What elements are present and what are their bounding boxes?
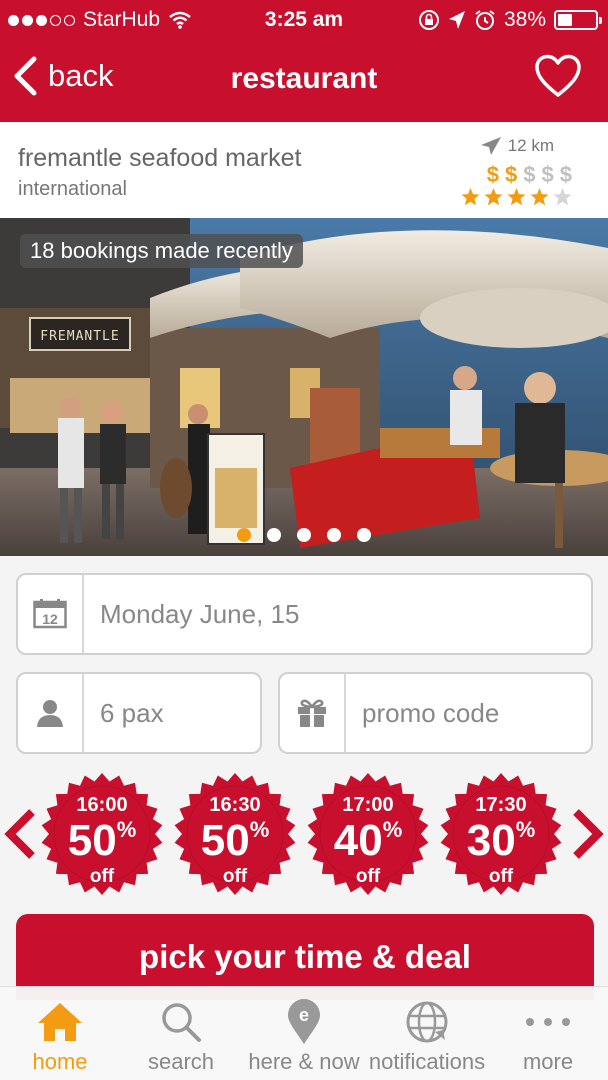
deal-percent: 50 [200,816,250,865]
distance-value: 12 km [507,136,554,155]
restaurant-photo[interactable]: FREMANTLE 18 bookings made recently [0,218,608,556]
deal-percent: 50 [67,816,117,865]
calendar-icon-day: 12 [42,611,58,627]
price-symbol: $ [486,162,499,187]
deal-discount: 40% [306,816,430,866]
battery-icon [554,10,602,30]
deal-discount: 30% [439,816,563,866]
tab-more-label: more [522,1049,574,1074]
tab-here-and-now-label: here & now [248,1049,360,1074]
star-icon [553,188,572,206]
star-icon [461,188,480,206]
fremantle-sign: FREMANTLE [40,329,119,344]
star-icon [484,188,503,206]
gift-icon [298,699,326,727]
deal-badge[interactable]: 16:30 50% off [173,772,297,896]
promo-code-input: promo code [362,697,500,728]
status-bar: StarHub 3:25 am 38% [0,0,608,40]
date-value: Monday June, 15 [100,598,300,629]
restaurant-cuisine: international [18,178,127,200]
deal-badge[interactable]: 17:00 40% off [306,772,430,896]
search-icon [162,1003,201,1042]
deal-time: 16:30 [209,794,261,816]
status-right: 38% [418,8,602,32]
tab-home-label: home [32,1049,88,1074]
deal-percent: 40 [333,816,383,865]
deals-strip: 16:00 50% off 16:30 50% off 17:00 40% off 17:30 30… [0,772,608,902]
pax-icon-cell [18,674,84,752]
battery-percent: 38% [503,8,546,31]
deal-percent-sign: % [515,817,536,842]
deal-percent-sign: % [116,817,137,842]
deal-time: 17:30 [475,794,527,816]
restaurant-scene-image: FREMANTLE [0,218,608,556]
pax-value: 6 pax [100,697,164,728]
deal-off: off [222,866,248,887]
deal-time: 17:00 [342,794,394,816]
person-icon [37,700,63,727]
navigation-arrow-icon [480,137,501,155]
tab-search-label: search [147,1049,215,1074]
orientation-lock-icon [418,10,439,30]
alarm-icon [475,10,495,30]
carousel-dot[interactable] [237,528,251,542]
star-rating [461,188,572,206]
deal-percent-sign: % [382,817,403,842]
more-dots-icon [526,1018,570,1026]
carousel-indicator[interactable] [0,528,608,542]
deal-discount: 50% [40,816,164,866]
carousel-dot[interactable] [327,528,341,542]
carousel-dot[interactable] [357,528,371,542]
deals-prev-arrow-icon[interactable] [4,808,38,860]
price-symbol: $ [523,162,536,187]
deal-off: off [488,866,514,887]
price-symbol: $ [541,162,554,187]
date-icon-cell: 12 [18,575,84,653]
star-icon [530,188,549,206]
tab-here-and-now[interactable]: e here & now [242,987,366,1080]
tab-bar: home search e here & now notifications m… [0,986,608,1080]
deal-badge[interactable]: 16:00 50% off [40,772,164,896]
tab-notifications[interactable]: notifications [366,987,488,1080]
svg-text:e: e [299,1005,309,1025]
deals-next-arrow-icon[interactable] [570,808,604,860]
navigation-bar: back restaurant [0,42,608,120]
carousel-dot[interactable] [267,528,281,542]
home-icon [38,1003,82,1041]
restaurant-info: fremantle seafood market international 1… [0,122,608,218]
date-field[interactable]: 12 Monday June, 15 [16,573,593,655]
promo-code-field[interactable]: promo code [278,672,593,754]
pax-field[interactable]: 6 pax [16,672,262,754]
tab-home[interactable]: home [0,987,120,1080]
tab-notifications-label: notifications [368,1049,486,1074]
price-symbol: $ [505,162,518,187]
bookings-badge: 18 bookings made recently [20,234,303,268]
deal-off: off [89,866,115,887]
deal-off: off [355,866,381,887]
deal-time: 16:00 [76,794,128,816]
globe-icon [406,1001,448,1043]
deal-percent-sign: % [249,817,270,842]
location-pin-icon: e [288,999,320,1044]
carousel-dot[interactable] [297,528,311,542]
favorite-heart-icon[interactable] [534,54,582,98]
price-symbol: $ [559,162,572,187]
location-arrow-icon [448,11,465,29]
tab-search[interactable]: search [120,987,242,1080]
calendar-icon: 12 [33,599,67,629]
top-bar: StarHub 3:25 am 38% back restaurant [0,0,608,122]
distance: 12 km [480,136,554,156]
restaurant-name: fremantle seafood market [18,144,302,172]
star-icon [507,188,526,206]
page-title: restaurant [230,62,378,95]
price-level: $ $ $ $ $ [487,162,572,188]
promo-icon-cell [280,674,346,752]
tab-more[interactable]: more [488,987,608,1080]
deal-percent: 30 [466,816,516,865]
deal-discount: 50% [173,816,297,866]
deal-badge[interactable]: 17:30 30% off [439,772,563,896]
